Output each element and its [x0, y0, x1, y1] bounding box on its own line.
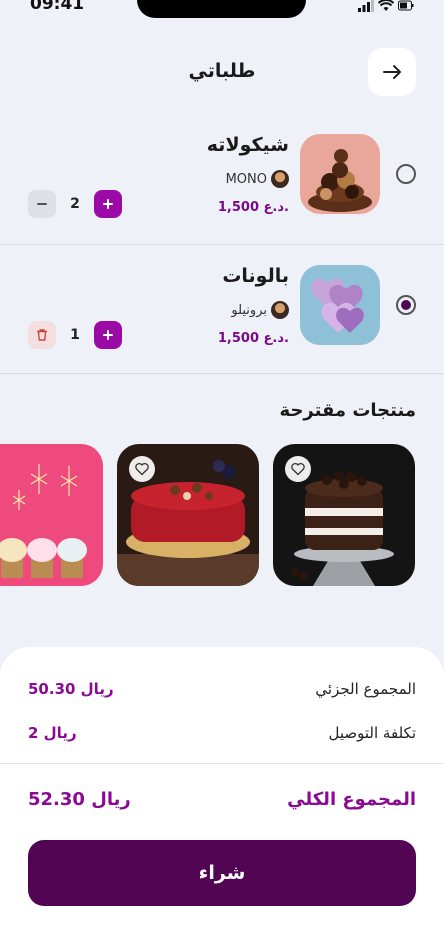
item-title: بالونات [222, 265, 289, 287]
product-card-red-cake[interactable] [117, 444, 259, 586]
seller-info: MONO [226, 170, 289, 188]
notch [137, 0, 306, 18]
status-bar: 09:41 [0, 0, 444, 18]
product-image-balloons [300, 265, 380, 345]
section-title: منتجات مقترحة [279, 400, 416, 421]
arrow-right-icon [383, 65, 401, 79]
buy-button[interactable]: شراء [28, 840, 416, 906]
item-select-radio[interactable] [396, 164, 416, 184]
favorite-button[interactable] [285, 456, 311, 482]
seller-avatar [271, 170, 289, 188]
product-card-cupcakes[interactable] [0, 444, 103, 586]
battery-icon [398, 0, 414, 11]
subtotal-row: 50.30 ريال المجموع الجزئي [28, 677, 416, 701]
system-icons [358, 0, 414, 12]
decrement-button[interactable] [28, 190, 56, 218]
header: طلباتي [0, 48, 444, 98]
plus-icon [103, 330, 113, 340]
heart-icon [291, 462, 305, 476]
total-label: المجموع الكلي [287, 788, 416, 810]
quantity-stepper: 1 [28, 321, 122, 349]
seller-info: برونيلو [231, 301, 289, 319]
quantity-value: 1 [70, 327, 80, 343]
delivery-value: 2 ريال [28, 724, 77, 742]
quantity-value: 2 [70, 196, 80, 212]
order-summary: 50.30 ريال المجموع الجزئي 2 ريال تكلفة ا… [0, 647, 444, 928]
delivery-label: تكلفة التوصيل [328, 724, 416, 742]
minus-icon [37, 203, 47, 205]
subtotal-value: 50.30 ريال [28, 680, 114, 698]
total-value: 52.30 ريال [28, 788, 131, 810]
seller-name: برونيلو [231, 302, 267, 318]
wifi-icon [378, 0, 394, 11]
subtotal-label: المجموع الجزئي [315, 680, 416, 698]
quantity-stepper: 2 [28, 190, 122, 218]
divider [0, 763, 444, 764]
favorite-button[interactable] [129, 456, 155, 482]
back-button[interactable] [368, 48, 416, 96]
total-row: 52.30 ريال المجموع الكلي [28, 787, 416, 811]
item-price: 1,500 د.ع. [217, 331, 289, 346]
seller-avatar [271, 301, 289, 319]
product-card-cake[interactable] [273, 444, 415, 586]
increment-button[interactable] [94, 321, 122, 349]
product-image-chocolate [300, 134, 380, 214]
status-time: 09:41 [30, 0, 85, 14]
trash-icon [37, 329, 47, 341]
item-price: 1,500 د.ع. [217, 200, 289, 215]
item-title: شيكولاته [206, 134, 289, 156]
delivery-row: 2 ريال تكلفة التوصيل [28, 721, 416, 745]
cart-item: بالونات برونيلو 1,500 د.ع. 1 [0, 244, 444, 374]
seller-name: MONO [225, 171, 267, 187]
signal-icon [358, 0, 374, 12]
remove-button[interactable] [28, 321, 56, 349]
item-select-radio[interactable] [396, 295, 416, 315]
increment-button[interactable] [94, 190, 122, 218]
cart-item: شيكولاته MONO 1,500 د.ع. 2 [0, 114, 444, 244]
plus-icon [103, 199, 113, 209]
divider [0, 373, 444, 374]
suggested-products[interactable] [0, 444, 444, 586]
heart-icon [135, 462, 149, 476]
